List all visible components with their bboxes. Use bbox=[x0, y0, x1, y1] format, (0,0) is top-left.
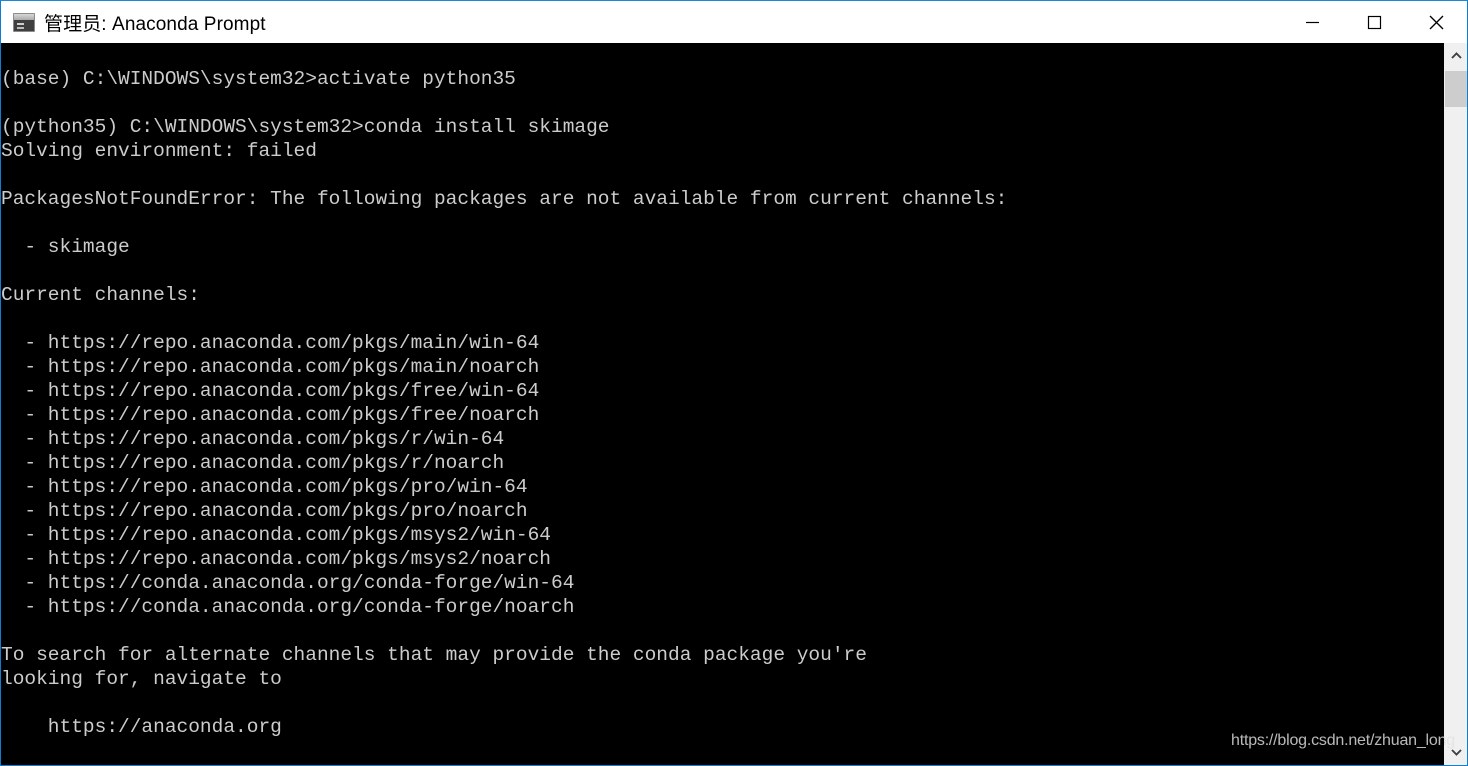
scrollbar-track[interactable] bbox=[1445, 69, 1467, 739]
minimize-icon bbox=[1305, 21, 1319, 23]
close-icon bbox=[1429, 15, 1443, 29]
console-window: 管理员: Anaconda Prompt (base) C:\WINDOWS\s… bbox=[0, 0, 1468, 766]
terminal-output-area[interactable]: (base) C:\WINDOWS\system32>activate pyth… bbox=[1, 43, 1444, 765]
close-button[interactable] bbox=[1405, 1, 1467, 43]
window-controls bbox=[1281, 1, 1467, 43]
maximize-button[interactable] bbox=[1343, 1, 1405, 43]
scroll-down-button[interactable] bbox=[1445, 739, 1467, 765]
minimize-button[interactable] bbox=[1281, 1, 1343, 43]
window-title: 管理员: Anaconda Prompt bbox=[44, 13, 266, 35]
scroll-up-button[interactable] bbox=[1445, 43, 1467, 69]
chevron-up-icon bbox=[1451, 52, 1462, 59]
title-bar[interactable]: 管理员: Anaconda Prompt bbox=[1, 1, 1467, 43]
chevron-down-icon bbox=[1451, 749, 1462, 756]
scrollbar-thumb[interactable] bbox=[1445, 71, 1467, 107]
terminal-text: (base) C:\WINDOWS\system32>activate pyth… bbox=[1, 68, 1008, 738]
title-bar-left: 管理员: Anaconda Prompt bbox=[1, 1, 1281, 43]
vertical-scrollbar[interactable] bbox=[1444, 43, 1467, 765]
maximize-icon bbox=[1367, 15, 1381, 29]
console-icon bbox=[13, 12, 35, 32]
